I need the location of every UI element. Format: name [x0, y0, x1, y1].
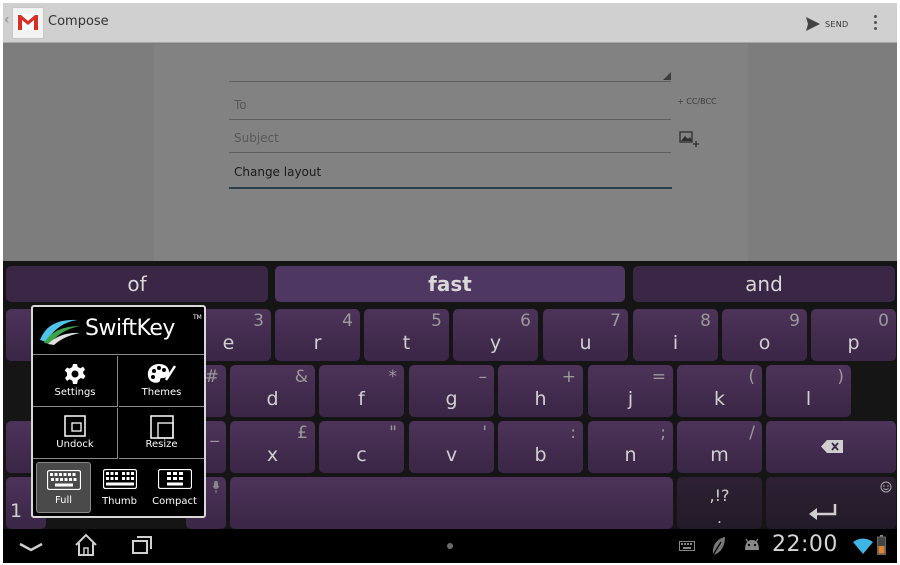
back-icon[interactable] — [18, 538, 44, 554]
enter-key[interactable] — [766, 477, 896, 529]
page-indicator-dot — [447, 543, 453, 549]
layout-thumb[interactable]: Thumb — [91, 460, 148, 516]
swiftkey-menu-popup: SwiftKey TM Settings Themes Undock Resiz… — [31, 305, 206, 518]
key-d[interactable]: & d — [230, 365, 315, 417]
key-y[interactable]: 6y — [453, 309, 538, 361]
swiftkey-swoosh-icon — [40, 319, 80, 345]
to-underline — [229, 119, 671, 120]
battery-icon — [877, 535, 886, 555]
key-b[interactable]: :b — [498, 421, 583, 473]
gmail-logo-icon[interactable] — [12, 7, 44, 39]
key-m[interactable]: / m — [677, 421, 762, 473]
brand-name: SwiftKey — [85, 316, 175, 341]
key-p[interactable]: 0p — [811, 309, 896, 361]
trademark-mark: TM — [193, 314, 202, 321]
key-j[interactable]: = j — [588, 365, 673, 417]
menu-resize[interactable]: Resize — [119, 408, 204, 459]
layout-full[interactable]: Full — [36, 462, 91, 513]
key-c[interactable]: " c — [319, 421, 404, 473]
keyboard-full-icon — [46, 470, 81, 490]
keyboard-compact-icon — [157, 469, 192, 489]
candidate-center[interactable]: fast — [275, 266, 625, 302]
wifi-icon — [853, 538, 873, 554]
key-g[interactable]: – g — [409, 365, 494, 417]
subject-underline — [229, 152, 671, 153]
enter-arrow-icon — [809, 504, 837, 520]
action-bar: ‹ Compose SEND — [3, 3, 897, 43]
punctuation-key[interactable]: ,!? . — [677, 477, 762, 529]
palette-icon — [147, 364, 176, 383]
menu-themes[interactable]: Themes — [119, 356, 204, 407]
menu-undock[interactable]: Undock — [33, 408, 118, 459]
candidate-right[interactable]: and — [633, 266, 895, 302]
gear-icon — [64, 364, 86, 384]
compose-area: To + CC/BCC Subject Change layout — [3, 44, 897, 261]
key-l[interactable]: ) l — [766, 365, 851, 417]
key-h[interactable]: + h — [498, 365, 583, 417]
key-i[interactable]: 8i — [633, 309, 718, 361]
home-icon[interactable] — [74, 533, 98, 557]
key-x[interactable]: £ x — [230, 421, 315, 473]
compose-form: To + CC/BCC Subject Change layout — [154, 44, 748, 261]
backspace-key[interactable] — [766, 421, 896, 473]
leaf-icon — [712, 537, 725, 556]
send-label: SEND — [825, 19, 849, 29]
menu-settings[interactable]: Settings — [33, 356, 118, 407]
key-k[interactable]: (k — [677, 365, 762, 417]
dropdown-triangle-icon[interactable] — [663, 72, 671, 80]
keyboard-indicator-icon — [679, 541, 695, 551]
body-underline-active — [229, 187, 672, 189]
send-button[interactable]: SEND — [806, 13, 848, 35]
smiley-icon — [880, 481, 892, 493]
key-v[interactable]: ' v — [409, 421, 494, 473]
layout-compact[interactable]: Compact — [146, 460, 203, 516]
page-title: Compose — [48, 14, 109, 29]
attach-picture-icon[interactable] — [679, 130, 699, 154]
key-t[interactable]: 5t — [364, 309, 449, 361]
space-key[interactable] — [230, 477, 673, 529]
undock-icon — [64, 415, 86, 437]
chevron-left-icon[interactable]: ‹ — [4, 12, 10, 28]
android-icon — [745, 538, 759, 550]
clock: 22:00 — [772, 532, 838, 557]
key-u[interactable]: 7u — [543, 309, 628, 361]
swiftkey-logo: SwiftKey TM — [33, 307, 204, 355]
recent-apps-icon[interactable] — [131, 535, 153, 555]
body-input[interactable]: Change layout — [234, 165, 321, 179]
from-underline — [229, 81, 671, 82]
key-n[interactable]: ; n — [588, 421, 673, 473]
system-nav-bar: 22:00 — [3, 529, 897, 563]
to-input[interactable]: To — [234, 98, 247, 112]
microphone-icon — [212, 481, 220, 493]
key-o[interactable]: 9o — [722, 309, 807, 361]
send-arrow-icon — [806, 17, 820, 31]
subject-input[interactable]: Subject — [234, 131, 279, 145]
key-f[interactable]: * f — [319, 365, 404, 417]
tablet-screen: ‹ Compose SEND To + CC/BCC Subject Chang… — [3, 3, 897, 563]
key-r[interactable]: 4r — [275, 309, 360, 361]
resize-icon — [149, 415, 174, 439]
keyboard-thumb-icon — [102, 469, 137, 489]
vertical-dots-icon[interactable] — [871, 13, 879, 35]
candidate-left[interactable]: of — [6, 266, 268, 302]
backspace-icon — [821, 440, 843, 453]
cc-bcc-button[interactable]: + CC/BCC — [677, 97, 717, 106]
